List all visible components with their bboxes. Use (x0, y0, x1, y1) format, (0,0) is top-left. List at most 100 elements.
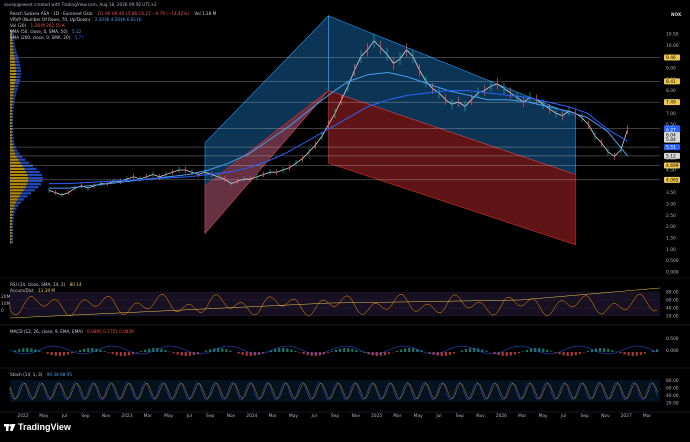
volume-profile-bar-down (15, 85, 19, 87)
macd-histogram-bar (79, 350, 81, 352)
chart-canvas[interactable]: 10.5010.009.509.008.508.007.507.006.506.… (0, 0, 690, 438)
volume-profile-bar-up (10, 79, 16, 81)
time-tick-label: 2022 (17, 413, 28, 419)
macd-histogram-bar (575, 352, 577, 355)
volume-profile-bar-down (12, 103, 14, 105)
volume-profile-bar-down (13, 211, 15, 213)
volume-profile-bar-up (10, 149, 14, 151)
ohlc-values: O1.90 H6.40 L5.86 C6.27 −0.79 (−14.42%) (98, 11, 189, 16)
macd-histogram-bar (103, 351, 105, 352)
macd-histogram-bar (510, 352, 512, 356)
time-tick-label: Sep (580, 413, 588, 419)
currency-label: NOK (671, 12, 681, 17)
macd-histogram-bar (351, 349, 353, 352)
volume-profile-bar-up (10, 70, 16, 72)
macd-histogram-bar (623, 352, 625, 355)
macd-histogram-bar (282, 348, 284, 352)
volume-profile-bar-down (21, 162, 30, 164)
volume-profile-bar-down (14, 208, 17, 210)
macd-histogram-bar (294, 351, 296, 352)
volume-profile-bar-up (10, 85, 15, 87)
rsi-tick-label: 60.00 (666, 298, 679, 304)
indicator-vol[interactable]: Vol (20) 1.28 M 262.55 K (10, 23, 65, 28)
time-tick-label: Mar (643, 413, 651, 419)
macd-histogram-bar (563, 352, 565, 355)
volume-profile-bar-down (13, 45, 15, 47)
macd-tick-label: 0.000 (666, 348, 679, 354)
volume-profile-bar-down (13, 42, 15, 44)
volume-profile-bar-up (10, 97, 13, 99)
volume-profile-bar-down (13, 48, 16, 50)
macd-histogram-bar (136, 352, 138, 353)
macd-histogram-bar (148, 349, 150, 352)
volume-profile-bar-up (10, 94, 13, 96)
macd-histogram-bar (22, 348, 24, 352)
indicator-sma50[interactable]: SMA (50, close, 0, SMA, 50) 5.12 (10, 29, 81, 34)
volume-profile-bar-down (14, 55, 17, 57)
macd-histogram-bar (156, 348, 158, 352)
volume-profile-bar-down (12, 241, 13, 243)
macd-histogram-bar (258, 352, 260, 355)
volume-profile-bar-down (12, 122, 13, 124)
volume-profile-bar-up (10, 186, 26, 188)
stoch-tick-label: 60.00 (666, 386, 679, 392)
symbol-name[interactable]: Reach Subsea ASA · 1D · Euronext Oslo (10, 11, 92, 16)
volume-profile-bar-down (16, 79, 21, 81)
volume-profile-bar-down (18, 198, 24, 200)
macd-histogram-bar (408, 348, 410, 352)
volume-profile-bar-up (10, 171, 26, 173)
volume-profile-bar-up (10, 152, 15, 154)
macd-histogram-bar (238, 352, 240, 354)
macd-histogram-bar (229, 350, 231, 352)
volume-profile-bar-down (26, 186, 39, 188)
accum-tick-label: 10M (1, 301, 11, 307)
volume-profile-bar-up (10, 122, 12, 124)
time-tick-label: May (414, 413, 423, 419)
volume-profile-bar-up (10, 42, 13, 44)
macd-histogram-bar (636, 352, 638, 356)
stoch-tick-label: 40.00 (666, 393, 679, 399)
volume-profile-bar-down (12, 238, 13, 240)
volume-profile-bar-down (15, 58, 19, 60)
volume-profile-bar-up (10, 82, 15, 84)
macd-histogram-bar (611, 350, 613, 352)
macd-label[interactable]: MACD (12, 26, close, 9, EMA, EMA) 0.0895… (10, 329, 134, 334)
volume-profile-bar-up (10, 174, 28, 176)
volume-profile-bar-up (10, 61, 15, 63)
macd-histogram-bar (514, 352, 516, 354)
volume-profile-bar-up (10, 91, 14, 93)
volume-profile-bar-down (12, 223, 13, 225)
macd-histogram-bar (120, 352, 122, 356)
tradingview-logo-icon (4, 423, 16, 433)
volume-profile-bar-up (10, 232, 12, 234)
time-tick-label: May (289, 413, 298, 419)
indicator-vrvp[interactable]: VRVP (Number Of Rows, 70, Up/Down) 2.303… (10, 17, 142, 22)
accum-label[interactable]: Accum/Dist 11.39 M (10, 288, 55, 293)
macd-histogram-bar (164, 350, 166, 352)
macd-histogram-bar (173, 352, 175, 353)
volume-profile-bar-down (23, 165, 33, 167)
stoch-label[interactable]: Stoch (14, 1, 3) 90.38 88.95 (10, 372, 72, 377)
macd-histogram-bar (502, 352, 504, 356)
volume-profile-bar-down (12, 235, 13, 237)
time-tick-label: Jul (560, 413, 566, 419)
volume-profile-bar-down (27, 183, 41, 185)
rsi-label[interactable]: RSI (14, close, SMA, 14, 2) 80.14 (10, 282, 82, 287)
rsi-tick-label: 80.00 (666, 290, 679, 296)
macd-histogram-bar (506, 352, 508, 356)
macd-histogram-bar (197, 352, 199, 354)
volume-profile-bar-down (12, 232, 13, 234)
brand-name: TradingView (18, 422, 71, 432)
volume-profile-bar-up (10, 180, 28, 182)
macd-histogram-bar (587, 351, 589, 352)
indicator-sma200[interactable]: SMA (200, close, 0, SMA, 20) 5.77 (10, 35, 84, 40)
macd-histogram-bar (311, 352, 313, 356)
time-tick-label: Sep (331, 413, 339, 419)
macd-histogram-bar (290, 350, 292, 352)
time-tick-label: Nov (102, 413, 111, 419)
price-tick-label: 8.00 (666, 88, 676, 94)
macd-histogram-bar (530, 349, 532, 352)
macd-histogram-bar (571, 352, 573, 356)
macd-histogram-bar (607, 349, 609, 352)
rsi-tick-label: 20.00 (666, 314, 679, 320)
